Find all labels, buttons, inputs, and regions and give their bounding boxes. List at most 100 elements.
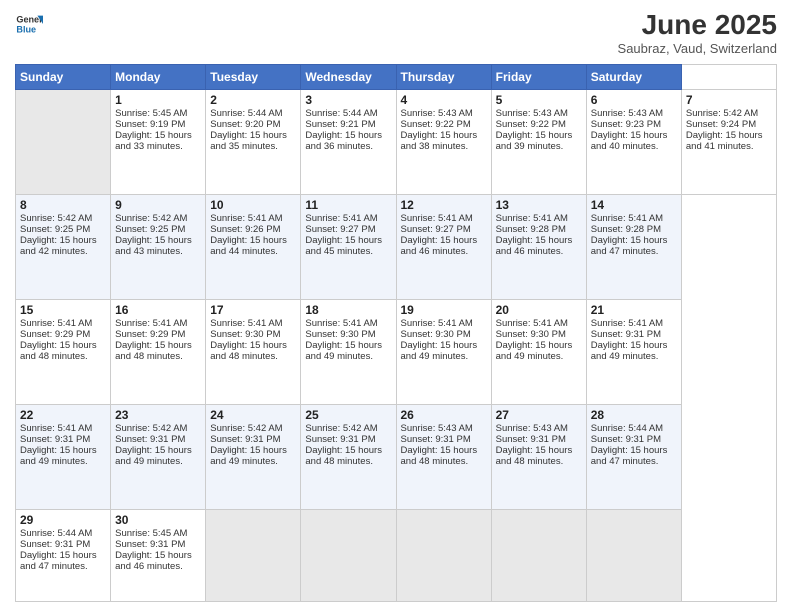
daylight-text: Daylight: 15 hours and 49 minutes. (401, 340, 478, 362)
col-header-thursday: Thursday (396, 64, 491, 89)
sunrise-text: Sunrise: 5:42 AM (686, 108, 758, 119)
sunset-text: Sunset: 9:30 PM (305, 329, 375, 340)
sunset-text: Sunset: 9:31 PM (591, 329, 661, 340)
day-number: 25 (305, 408, 391, 422)
daylight-text: Daylight: 15 hours and 47 minutes. (20, 550, 97, 572)
calendar-cell: 9Sunrise: 5:42 AMSunset: 9:25 PMDaylight… (111, 194, 206, 299)
calendar-cell (491, 510, 586, 602)
sunrise-text: Sunrise: 5:42 AM (305, 423, 377, 434)
sunset-text: Sunset: 9:31 PM (210, 434, 280, 445)
sunrise-text: Sunrise: 5:44 AM (305, 108, 377, 119)
calendar-cell: 29Sunrise: 5:44 AMSunset: 9:31 PMDayligh… (16, 510, 111, 602)
sunrise-text: Sunrise: 5:41 AM (305, 213, 377, 224)
daylight-text: Daylight: 15 hours and 40 minutes. (591, 130, 668, 152)
calendar-cell: 16Sunrise: 5:41 AMSunset: 9:29 PMDayligh… (111, 300, 206, 405)
calendar-cell: 30Sunrise: 5:45 AMSunset: 9:31 PMDayligh… (111, 510, 206, 602)
sunset-text: Sunset: 9:22 PM (401, 119, 471, 130)
daylight-text: Daylight: 15 hours and 49 minutes. (210, 445, 287, 467)
calendar-cell: 4Sunrise: 5:43 AMSunset: 9:22 PMDaylight… (396, 89, 491, 194)
daylight-text: Daylight: 15 hours and 48 minutes. (401, 445, 478, 467)
sunset-text: Sunset: 9:31 PM (115, 539, 185, 550)
day-number: 30 (115, 513, 201, 527)
day-number: 13 (496, 198, 582, 212)
calendar-cell: 15Sunrise: 5:41 AMSunset: 9:29 PMDayligh… (16, 300, 111, 405)
daylight-text: Daylight: 15 hours and 36 minutes. (305, 130, 382, 152)
calendar-table: SundayMondayTuesdayWednesdayThursdayFrid… (15, 64, 777, 602)
day-number: 28 (591, 408, 677, 422)
daylight-text: Daylight: 15 hours and 33 minutes. (115, 130, 192, 152)
sunrise-text: Sunrise: 5:42 AM (115, 213, 187, 224)
calendar-cell: 12Sunrise: 5:41 AMSunset: 9:27 PMDayligh… (396, 194, 491, 299)
day-number: 6 (591, 93, 677, 107)
page: General Blue June 2025 Saubraz, Vaud, Sw… (0, 0, 792, 612)
calendar-cell: 25Sunrise: 5:42 AMSunset: 9:31 PMDayligh… (301, 405, 396, 510)
daylight-text: Daylight: 15 hours and 48 minutes. (496, 445, 573, 467)
sunrise-text: Sunrise: 5:41 AM (210, 318, 282, 329)
sunset-text: Sunset: 9:24 PM (686, 119, 756, 130)
day-number: 9 (115, 198, 201, 212)
logo-icon: General Blue (15, 10, 43, 38)
sunset-text: Sunset: 9:28 PM (591, 224, 661, 235)
sunrise-text: Sunrise: 5:44 AM (210, 108, 282, 119)
day-number: 16 (115, 303, 201, 317)
daylight-text: Daylight: 15 hours and 48 minutes. (305, 445, 382, 467)
day-number: 17 (210, 303, 296, 317)
sunset-text: Sunset: 9:31 PM (305, 434, 375, 445)
day-number: 3 (305, 93, 391, 107)
daylight-text: Daylight: 15 hours and 49 minutes. (115, 445, 192, 467)
sunset-text: Sunset: 9:30 PM (401, 329, 471, 340)
daylight-text: Daylight: 15 hours and 49 minutes. (496, 340, 573, 362)
day-number: 26 (401, 408, 487, 422)
sunset-text: Sunset: 9:31 PM (591, 434, 661, 445)
sunset-text: Sunset: 9:27 PM (401, 224, 471, 235)
calendar-cell: 3Sunrise: 5:44 AMSunset: 9:21 PMDaylight… (301, 89, 396, 194)
daylight-text: Daylight: 15 hours and 42 minutes. (20, 235, 97, 257)
sunrise-text: Sunrise: 5:41 AM (305, 318, 377, 329)
daylight-text: Daylight: 15 hours and 35 minutes. (210, 130, 287, 152)
sunset-text: Sunset: 9:31 PM (115, 434, 185, 445)
calendar-cell: 2Sunrise: 5:44 AMSunset: 9:20 PMDaylight… (206, 89, 301, 194)
calendar-cell (16, 89, 111, 194)
sunrise-text: Sunrise: 5:43 AM (591, 108, 663, 119)
calendar-cell: 24Sunrise: 5:42 AMSunset: 9:31 PMDayligh… (206, 405, 301, 510)
day-number: 22 (20, 408, 106, 422)
calendar-cell: 27Sunrise: 5:43 AMSunset: 9:31 PMDayligh… (491, 405, 586, 510)
svg-text:Blue: Blue (16, 24, 36, 34)
sunset-text: Sunset: 9:25 PM (115, 224, 185, 235)
day-number: 8 (20, 198, 106, 212)
calendar-cell: 18Sunrise: 5:41 AMSunset: 9:30 PMDayligh… (301, 300, 396, 405)
calendar-cell: 10Sunrise: 5:41 AMSunset: 9:26 PMDayligh… (206, 194, 301, 299)
sunrise-text: Sunrise: 5:43 AM (401, 423, 473, 434)
col-header-wednesday: Wednesday (301, 64, 396, 89)
daylight-text: Daylight: 15 hours and 47 minutes. (591, 445, 668, 467)
daylight-text: Daylight: 15 hours and 44 minutes. (210, 235, 287, 257)
day-number: 12 (401, 198, 487, 212)
day-number: 5 (496, 93, 582, 107)
day-number: 18 (305, 303, 391, 317)
day-number: 29 (20, 513, 106, 527)
daylight-text: Daylight: 15 hours and 49 minutes. (305, 340, 382, 362)
col-header-tuesday: Tuesday (206, 64, 301, 89)
sunset-text: Sunset: 9:31 PM (401, 434, 471, 445)
calendar-cell: 19Sunrise: 5:41 AMSunset: 9:30 PMDayligh… (396, 300, 491, 405)
sunrise-text: Sunrise: 5:45 AM (115, 108, 187, 119)
day-number: 20 (496, 303, 582, 317)
sunrise-text: Sunrise: 5:41 AM (401, 318, 473, 329)
sunrise-text: Sunrise: 5:43 AM (496, 423, 568, 434)
sunrise-text: Sunrise: 5:41 AM (401, 213, 473, 224)
daylight-text: Daylight: 15 hours and 48 minutes. (115, 340, 192, 362)
sunrise-text: Sunrise: 5:43 AM (496, 108, 568, 119)
daylight-text: Daylight: 15 hours and 49 minutes. (591, 340, 668, 362)
day-number: 14 (591, 198, 677, 212)
calendar-cell: 23Sunrise: 5:42 AMSunset: 9:31 PMDayligh… (111, 405, 206, 510)
sunrise-text: Sunrise: 5:44 AM (591, 423, 663, 434)
calendar-cell (396, 510, 491, 602)
main-title: June 2025 (618, 10, 777, 41)
daylight-text: Daylight: 15 hours and 47 minutes. (591, 235, 668, 257)
calendar-cell: 17Sunrise: 5:41 AMSunset: 9:30 PMDayligh… (206, 300, 301, 405)
day-number: 19 (401, 303, 487, 317)
daylight-text: Daylight: 15 hours and 46 minutes. (115, 550, 192, 572)
calendar-cell: 22Sunrise: 5:41 AMSunset: 9:31 PMDayligh… (16, 405, 111, 510)
subtitle: Saubraz, Vaud, Switzerland (618, 41, 777, 56)
calendar-cell: 20Sunrise: 5:41 AMSunset: 9:30 PMDayligh… (491, 300, 586, 405)
